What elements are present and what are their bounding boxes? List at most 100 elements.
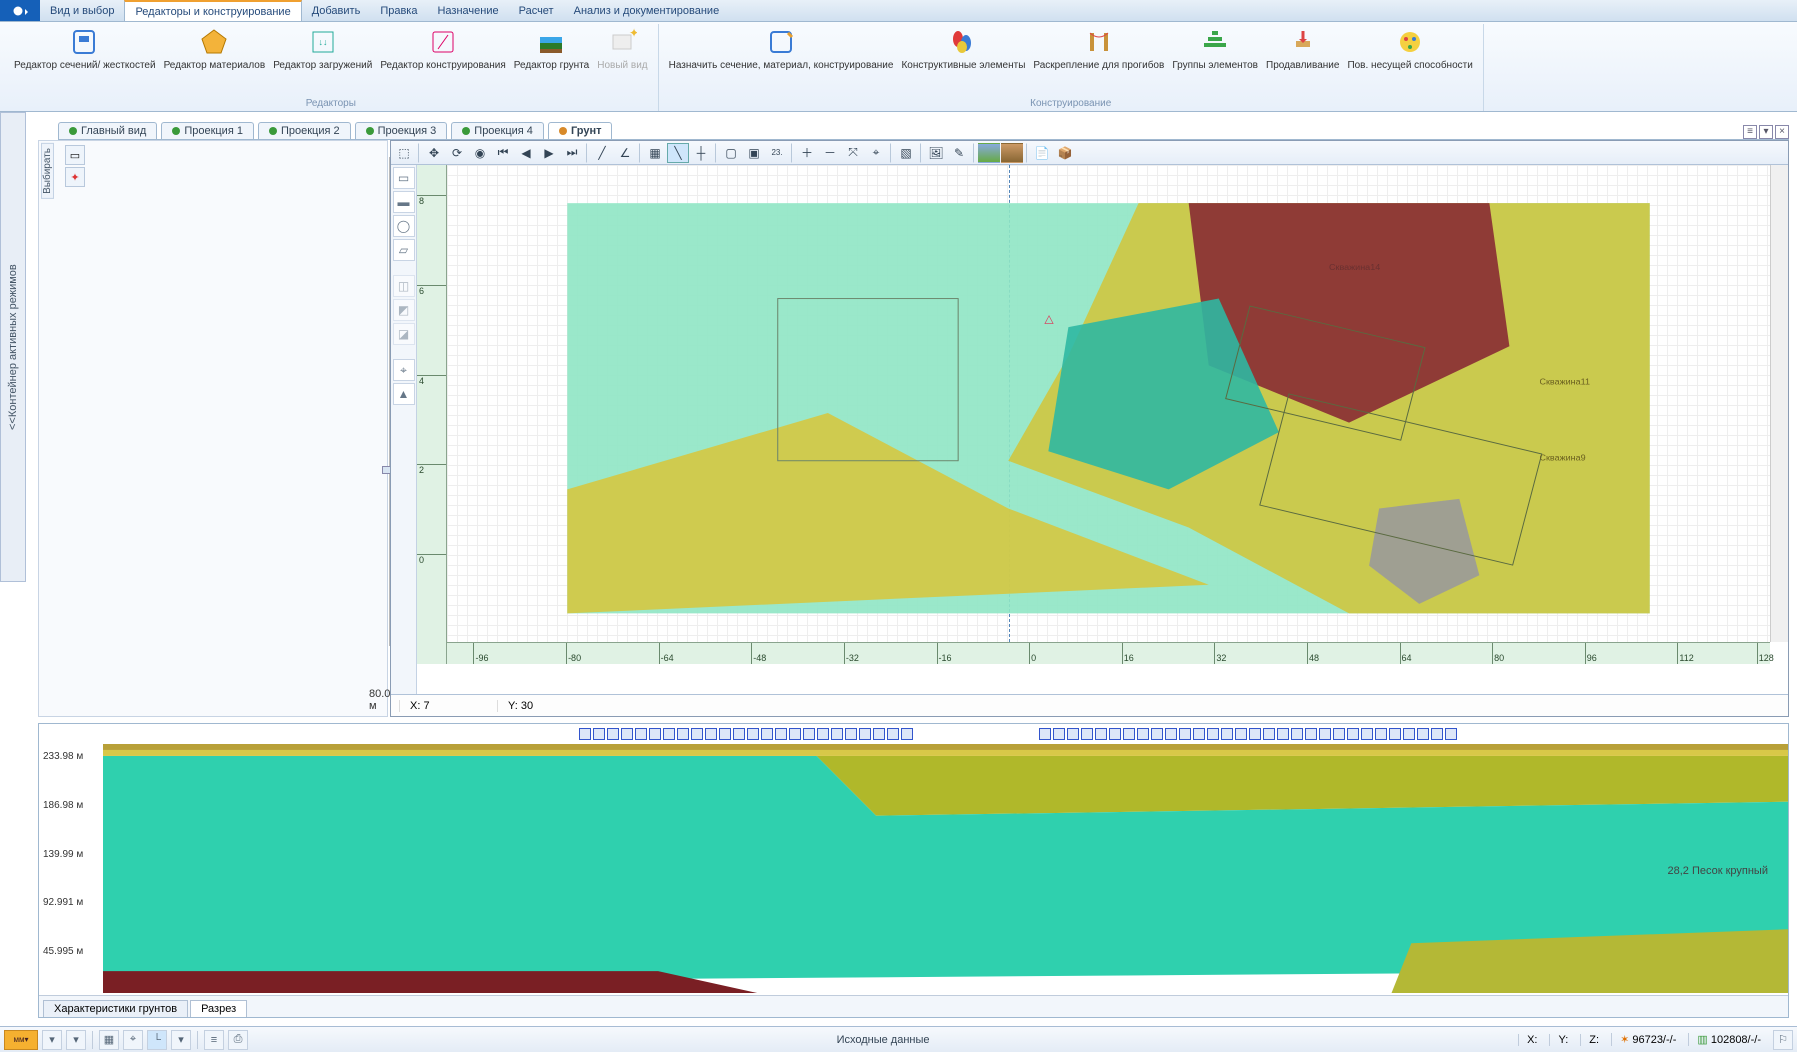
doc-tab-proj1[interactable]: Проекция 1 (161, 122, 254, 139)
sb-more-icon[interactable]: ▾ (171, 1030, 191, 1050)
drawing-surface[interactable]: △ Скважина14 Скважина11 Скважина9 (447, 165, 1770, 642)
doc-tab-proj2[interactable]: Проекция 2 (258, 122, 351, 139)
shape-bore-icon[interactable]: ⌖ (393, 359, 415, 381)
tb-last-icon[interactable]: ⏭ (561, 143, 583, 163)
tab-dropdown-icon[interactable]: ▾ (1759, 125, 1773, 139)
tb-img-icon[interactable]: 🖼 (925, 143, 947, 163)
sb-tool2-icon[interactable]: ▾ (66, 1030, 86, 1050)
tb-layer2-icon[interactable]: ▣ (743, 143, 765, 163)
tb-angle-icon[interactable]: ∠ (614, 143, 636, 163)
tb-axes-icon[interactable]: ┼ (690, 143, 712, 163)
btn-punching[interactable]: Продавливание (1262, 24, 1343, 96)
tb-line-icon[interactable]: ╱ (591, 143, 613, 163)
doc-tab-proj3[interactable]: Проекция 3 (355, 122, 448, 139)
section-tabs: Характеристики грунтов Разрез (39, 995, 1788, 1017)
shape-group3-icon[interactable]: ◪ (393, 323, 415, 345)
app-menu-button[interactable] (0, 0, 40, 21)
doc-tab-soil[interactable]: Грунт (548, 122, 613, 139)
btn-material-editor[interactable]: Редактор материалов (160, 24, 270, 96)
shape-group2-icon[interactable]: ◩ (393, 299, 415, 321)
tb-dim-icon[interactable]: 23. (766, 143, 788, 163)
tb-fit-icon[interactable]: ⤧ (842, 143, 864, 163)
btn-element-groups[interactable]: Группы элементов (1168, 24, 1262, 96)
menu-tab-calc[interactable]: Расчет (509, 0, 564, 21)
menu-tab-edit[interactable]: Правка (370, 0, 427, 21)
btn-assign-section[interactable]: Назначить сечение, материал, конструиров… (665, 24, 898, 96)
sb-ortho-icon[interactable]: └ (147, 1030, 167, 1050)
btn-bracing[interactable]: Раскрепление для прогибов (1029, 24, 1168, 96)
canvas-body[interactable]: ▭ ▬ ◯ ▱ ◫ ◩ ◪ ⌖ ▲ 8 6 4 2 0 (391, 165, 1788, 694)
canvas-statusbar: X: 7 Y: 30 (391, 694, 1788, 716)
sb-snap-icon[interactable]: ⌖ (123, 1030, 143, 1050)
shape-group1-icon[interactable]: ◫ (393, 275, 415, 297)
sb-units-icon[interactable]: мм▾ (4, 1030, 38, 1050)
sb-x: X: (1518, 1034, 1545, 1046)
section-drawing (103, 744, 1788, 993)
tb-pan-icon[interactable]: ✥ (423, 143, 445, 163)
btn-design-editor[interactable]: Редактор конструирования (376, 24, 509, 96)
ribbon-group-editors: Редактор сечений/ жесткостей Редактор ма… (4, 24, 659, 111)
doc-tab-main[interactable]: Главный вид (58, 122, 157, 139)
tb-paint-icon[interactable]: ✎ (948, 143, 970, 163)
sb-stat1: ✶ 96723/-/- (1611, 1033, 1684, 1046)
tb-snap-icon[interactable]: ╲ (667, 143, 689, 163)
ribbon-caption-design: Конструирование (665, 96, 1477, 111)
tb-strata1-icon[interactable] (978, 143, 1000, 163)
doc-tab-proj4[interactable]: Проекция 4 (451, 122, 544, 139)
sb-layer-icon[interactable]: ≡ (204, 1030, 224, 1050)
sb-print-icon[interactable]: ⎙ (228, 1030, 248, 1050)
btn-bearing-increase[interactable]: Пов. несущей способности (1343, 24, 1476, 96)
section-tab-properties[interactable]: Характеристики грунтов (43, 1000, 188, 1017)
tb-zoomwin-icon[interactable]: ⌖ (865, 143, 887, 163)
tab-close-icon[interactable]: × (1775, 125, 1789, 139)
tb-zoomout-icon[interactable]: － (819, 143, 841, 163)
origin-marker-icon: △ (1044, 313, 1054, 326)
ruler-horizontal: -96 -80 -64 -48 -32 -16 0 16 32 48 64 80… (447, 642, 1770, 664)
ribbon-group-design: Назначить сечение, материал, конструиров… (659, 24, 1484, 111)
btn-load-editor[interactable]: ↓↓Редактор загружений (269, 24, 376, 96)
lp-tool-2[interactable]: ✦ (65, 167, 85, 187)
tb-rotate-icon[interactable]: ⟳ (446, 143, 468, 163)
canvas-scrollbar-v[interactable] (1770, 165, 1788, 642)
lp-tool-1[interactable]: ▭ (65, 145, 85, 165)
tb-strata2-icon[interactable] (1001, 143, 1023, 163)
tb-layer1-icon[interactable]: ▢ (720, 143, 742, 163)
canvas-coord-x: X: 7 (399, 700, 479, 712)
section-tab-cut[interactable]: Разрез (190, 1000, 247, 1017)
menu-tab-editors[interactable]: Редакторы и конструирование (124, 0, 301, 21)
shape-ellipse-icon[interactable]: ◯ (393, 215, 415, 237)
sb-tool1-icon[interactable]: ▾ (42, 1030, 62, 1050)
tb-zoomin-icon[interactable]: ＋ (796, 143, 818, 163)
tb-orbit-icon[interactable]: ◉ (469, 143, 491, 163)
sb-stat2: ▥ 102808/-/- (1688, 1033, 1769, 1046)
tb-report-icon[interactable]: 📄 (1031, 143, 1053, 163)
left-panel-tab[interactable]: Выбирать (41, 143, 54, 199)
btn-structural-elements[interactable]: Конструктивные элементы (897, 24, 1029, 96)
tb-grid-icon[interactable]: ▦ (644, 143, 666, 163)
tb-render-icon[interactable]: ▧ (895, 143, 917, 163)
svg-text:Скважина14: Скважина14 (1329, 262, 1380, 272)
menu-tab-assign[interactable]: Назначение (427, 0, 508, 21)
menu-tab-analysis[interactable]: Анализ и документирование (564, 0, 730, 21)
shape-tower-icon[interactable]: ▲ (393, 383, 415, 405)
shape-poly-icon[interactable]: ▱ (393, 239, 415, 261)
shape-rect2-icon[interactable]: ▬ (393, 191, 415, 213)
canvas-shape-tools: ▭ ▬ ◯ ▱ ◫ ◩ ◪ ⌖ ▲ (391, 165, 417, 694)
shape-rect-icon[interactable]: ▭ (393, 167, 415, 189)
tb-next-icon[interactable]: ▶ (538, 143, 560, 163)
sb-grid-icon[interactable]: ▦ (99, 1030, 119, 1050)
side-panel-collapsed[interactable]: <<Контейнер активных режимов (0, 112, 26, 582)
ruler-vertical: 8 6 4 2 0 (417, 165, 447, 664)
tab-menu-icon[interactable]: ≡ (1743, 125, 1757, 139)
section-body[interactable]: 233.98 м 186.98 м 139.99 м 92.991 м 45.9… (39, 724, 1788, 995)
tb-select-icon[interactable]: ⬚ (393, 143, 415, 163)
svg-text:Скважина9: Скважина9 (1539, 453, 1585, 463)
menu-tab-add[interactable]: Добавить (302, 0, 371, 21)
btn-section-editor[interactable]: Редактор сечений/ жесткостей (10, 24, 160, 96)
tb-box-icon[interactable]: 📦 (1054, 143, 1076, 163)
btn-soil-editor[interactable]: Редактор грунта (510, 24, 593, 96)
tb-first-icon[interactable]: ⏮ (492, 143, 514, 163)
menu-tab-view[interactable]: Вид и выбор (40, 0, 124, 21)
tb-prev-icon[interactable]: ◀ (515, 143, 537, 163)
sb-flag-icon[interactable]: ⚐ (1773, 1030, 1793, 1050)
